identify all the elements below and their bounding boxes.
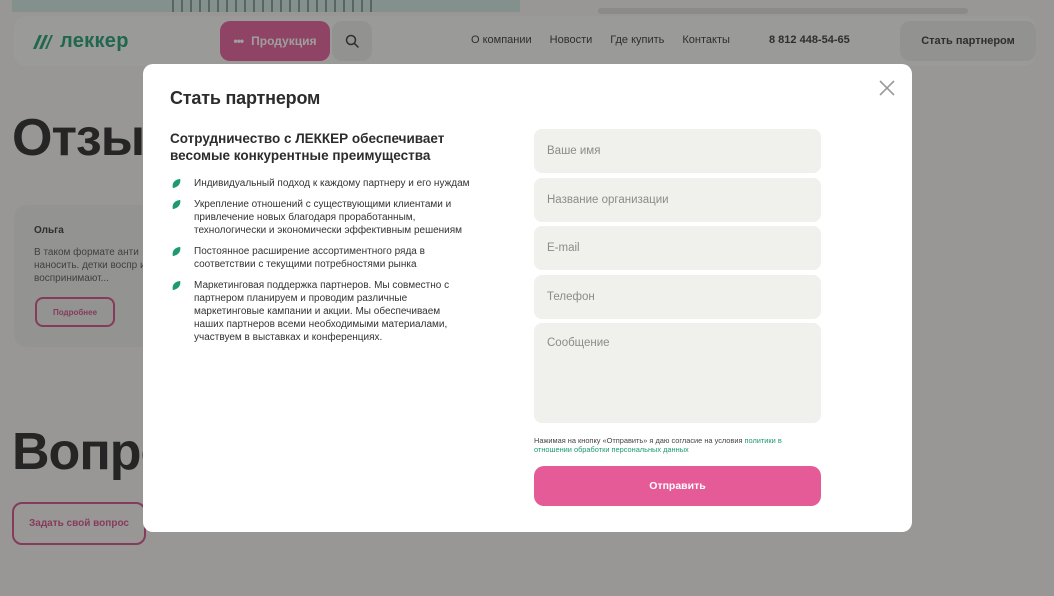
benefit-text: Укрепление отношений с существующими кли… [194, 199, 463, 236]
modal-title: Стать партнером [170, 88, 321, 108]
leaf-bullet-icon [172, 178, 181, 189]
leaf-bullet-icon [172, 246, 181, 257]
benefit-item: Индивидуальный подход к каждому партнеру… [170, 177, 470, 190]
benefit-text: Постоянное расширение ассортиментного ря… [194, 246, 425, 270]
leaf-bullet-icon [172, 280, 181, 291]
benefit-item: Укрепление отношений с существующими кли… [170, 198, 470, 237]
message-textarea[interactable] [534, 323, 821, 423]
organization-input[interactable] [534, 177, 821, 222]
partner-modal: Стать партнером Сотрудничество с ЛЕККЕР … [143, 64, 912, 532]
phone-input[interactable] [534, 274, 821, 319]
name-input[interactable] [534, 129, 821, 173]
benefit-item: Маркетинговая поддержка партнеров. Мы со… [170, 279, 470, 344]
partner-form [534, 129, 821, 428]
close-button[interactable] [877, 78, 897, 98]
benefit-text: Маркетинговая поддержка партнеров. Мы со… [194, 280, 450, 343]
benefit-text: Индивидуальный подход к каждому партнеру… [194, 178, 470, 189]
consent-text: Нажимая на кнопку «Отправить» я даю согл… [534, 436, 821, 454]
consent-text-body: Нажимая на кнопку «Отправить» я даю согл… [534, 436, 745, 445]
modal-subheading: Сотрудничество с ЛЕККЕР обеспечивает вес… [170, 131, 445, 163]
email-input[interactable] [534, 226, 821, 270]
benefit-item: Постоянное расширение ассортиментного ря… [170, 245, 470, 271]
close-icon [879, 80, 895, 96]
leaf-bullet-icon [172, 199, 181, 210]
submit-button[interactable]: Отправить [534, 466, 821, 506]
benefits-list: Индивидуальный подход к каждому партнеру… [170, 177, 470, 352]
